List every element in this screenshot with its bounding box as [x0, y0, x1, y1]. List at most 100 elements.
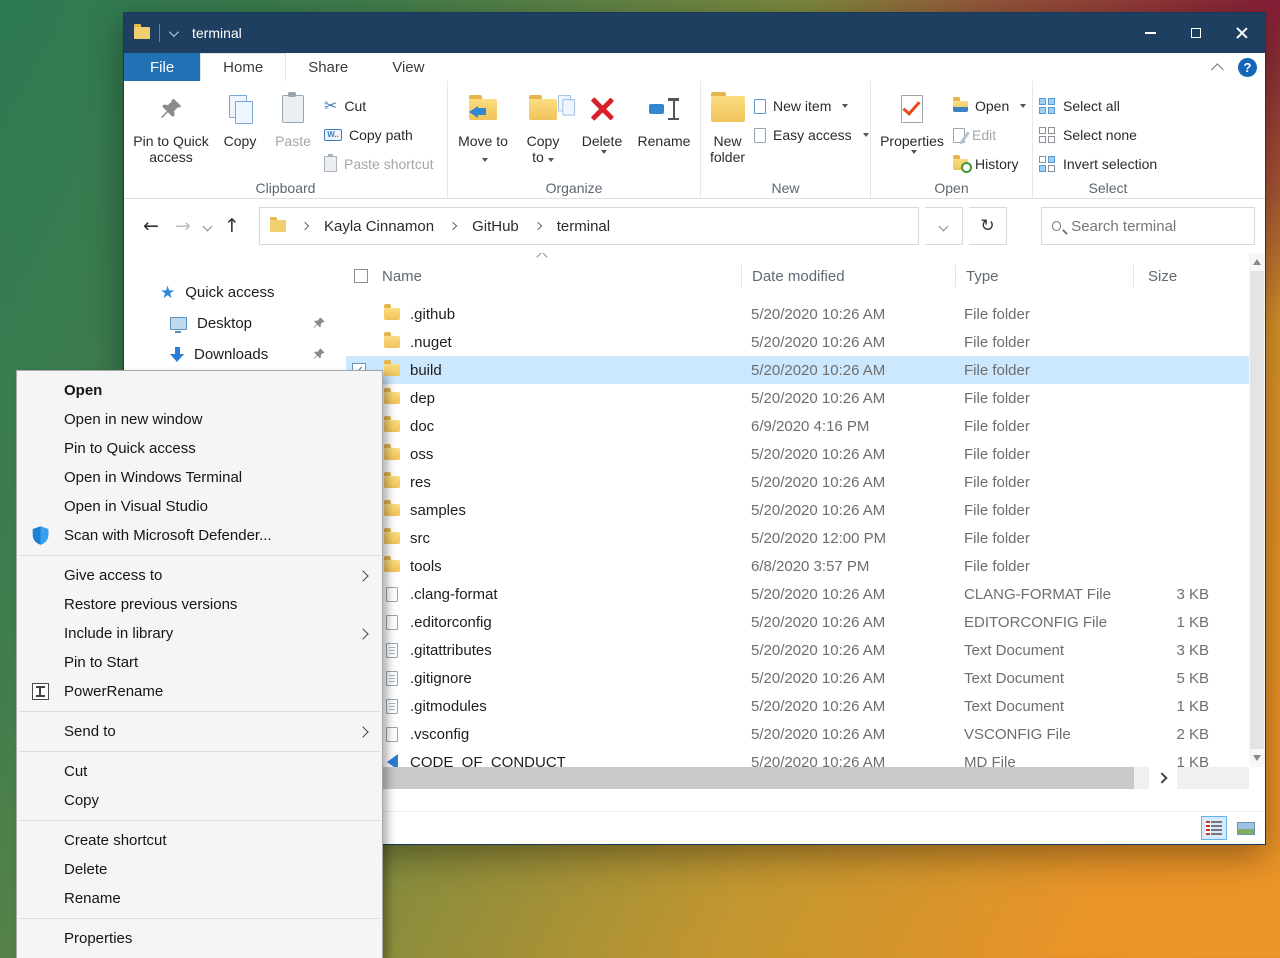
search-input[interactable] — [1071, 218, 1244, 235]
large-icons-view-button[interactable] — [1233, 816, 1259, 840]
menu-item-include-in-library[interactable]: Include in library — [17, 619, 382, 648]
menu-item-copy[interactable]: Copy — [17, 786, 382, 815]
table-row[interactable]: .github5/20/2020 10:26 AMFile folder — [346, 300, 1249, 328]
menu-item-rename[interactable]: Rename — [17, 884, 382, 913]
scroll-up-icon[interactable] — [1253, 259, 1261, 265]
paste-button[interactable]: Paste — [266, 87, 320, 151]
menu-item-pin-to-start[interactable]: Pin to Start — [17, 648, 382, 677]
menu-item-give-access-to[interactable]: Give access to — [17, 561, 382, 590]
new-item-button[interactable]: New item — [754, 95, 869, 117]
address-dropdown-button[interactable] — [925, 207, 963, 245]
column-header-type[interactable]: Type — [956, 268, 1133, 285]
forward-button[interactable]: → — [170, 215, 196, 237]
paste-shortcut-button[interactable]: Paste shortcut — [324, 153, 434, 175]
copy-to-button[interactable]: Copy to — [514, 87, 572, 167]
sidebar-item-desktop[interactable]: Desktop — [124, 308, 346, 339]
copy-path-button[interactable]: W.. Copy path — [324, 124, 434, 146]
tab-view[interactable]: View — [370, 53, 446, 81]
menu-item-open[interactable]: Open — [17, 376, 382, 405]
move-to-button[interactable]: Move to — [452, 87, 514, 167]
address-bar[interactable]: Kayla Cinnamon GitHub terminal — [259, 207, 919, 245]
column-header-name[interactable]: Name — [346, 268, 741, 285]
copy-icon — [229, 89, 251, 129]
menu-item-pin-to-quick-access[interactable]: Pin to Quick access — [17, 434, 382, 463]
table-row[interactable]: src5/20/2020 12:00 PMFile folder — [346, 524, 1249, 552]
breadcrumb-item-terminal[interactable]: terminal — [557, 218, 610, 235]
details-view-button[interactable] — [1201, 816, 1227, 840]
vertical-scroll-thumb[interactable] — [1250, 271, 1264, 749]
table-row[interactable]: oss5/20/2020 10:26 AMFile folder — [346, 440, 1249, 468]
breadcrumb-item-user[interactable]: Kayla Cinnamon — [324, 218, 434, 235]
vertical-scrollbar[interactable] — [1249, 253, 1265, 767]
menu-item-powerrename[interactable]: PowerRename — [17, 677, 382, 706]
copy-path-icon: W.. — [324, 129, 342, 141]
tab-file[interactable]: File — [124, 53, 200, 81]
close-button[interactable] — [1219, 13, 1265, 53]
menu-item-send-to[interactable]: Send to — [17, 717, 382, 746]
table-row-selected[interactable]: build5/20/2020 10:26 AMFile folder — [346, 356, 1249, 384]
select-all-button[interactable]: Select all — [1039, 95, 1157, 117]
tab-home[interactable]: Home — [200, 53, 286, 81]
maximize-button[interactable] — [1173, 13, 1219, 53]
menu-item-delete[interactable]: Delete — [17, 855, 382, 884]
breadcrumb-item-github[interactable]: GitHub — [472, 218, 519, 235]
cut-button[interactable]: ✂ Cut — [324, 95, 434, 117]
menu-item-scan-with-microsoft-defender[interactable]: Scan with Microsoft Defender... — [17, 521, 382, 550]
tab-share[interactable]: Share — [286, 53, 370, 81]
menu-item-open-in-visual-studio[interactable]: Open in Visual Studio — [17, 492, 382, 521]
sidebar-item-downloads[interactable]: Downloads — [124, 339, 346, 370]
table-row[interactable]: .gitattributes5/20/2020 10:26 AMText Doc… — [346, 636, 1249, 664]
open-button[interactable]: Open — [953, 95, 1026, 117]
menu-item-restore-previous-versions[interactable]: Restore previous versions — [17, 590, 382, 619]
minimize-button[interactable] — [1127, 13, 1173, 53]
table-row[interactable]: tools6/8/2020 3:57 PMFile folder — [346, 552, 1249, 580]
menu-item-cut[interactable]: Cut — [17, 757, 382, 786]
menu-item-open-in-windows-terminal[interactable]: Open in Windows Terminal — [17, 463, 382, 492]
copy-button[interactable]: Copy — [214, 87, 266, 151]
table-row[interactable]: .vsconfig5/20/2020 10:26 AMVSCONFIG File… — [346, 720, 1249, 748]
edit-button[interactable]: Edit — [953, 124, 1026, 146]
table-row[interactable]: .gitignore5/20/2020 10:26 AMText Documen… — [346, 664, 1249, 692]
table-row[interactable]: samples5/20/2020 10:26 AMFile folder — [346, 496, 1249, 524]
table-row[interactable]: .nuget5/20/2020 10:26 AMFile folder — [346, 328, 1249, 356]
scroll-right-button[interactable] — [1149, 767, 1177, 789]
table-row[interactable]: .editorconfig5/20/2020 10:26 AMEDITORCON… — [346, 608, 1249, 636]
horizontal-scroll-thumb[interactable] — [254, 767, 1134, 789]
table-row[interactable]: res5/20/2020 10:26 AMFile folder — [346, 468, 1249, 496]
select-none-button[interactable]: Select none — [1039, 124, 1157, 146]
history-button[interactable]: History — [953, 153, 1026, 175]
refresh-button[interactable]: ↻ — [969, 207, 1007, 245]
pin-to-quick-access-button[interactable]: Pin to Quick access — [128, 87, 214, 167]
recent-locations-chevron-icon[interactable] — [203, 221, 213, 231]
delete-button[interactable]: Delete — [572, 87, 632, 158]
new-folder-button[interactable]: New folder — [705, 87, 750, 167]
rename-button[interactable]: Rename — [632, 87, 696, 151]
table-row[interactable]: .gitmodules5/20/2020 10:26 AMText Docume… — [346, 692, 1249, 720]
menu-item-open-in-new-window[interactable]: Open in new window — [17, 405, 382, 434]
table-row[interactable]: .clang-format5/20/2020 10:26 AMCLANG-FOR… — [346, 580, 1249, 608]
sidebar-item-quick-access[interactable]: ★ Quick access — [124, 277, 346, 308]
table-row[interactable]: doc6/9/2020 4:16 PMFile folder — [346, 412, 1249, 440]
minimize-ribbon-icon[interactable] — [1211, 63, 1224, 76]
menu-separator — [19, 820, 380, 821]
breadcrumb-chevron-icon[interactable] — [301, 222, 309, 230]
menu-item-create-shortcut[interactable]: Create shortcut — [17, 826, 382, 855]
scroll-down-icon[interactable] — [1253, 755, 1261, 761]
back-button[interactable]: ← — [138, 215, 164, 237]
breadcrumb-chevron-icon[interactable] — [534, 222, 542, 230]
thumbnail-view-icon — [1237, 822, 1255, 835]
ribbon-group-clipboard: Pin to Quick access Copy Paste ✂ Cut W..… — [124, 81, 448, 198]
column-header-size[interactable]: Size — [1134, 268, 1234, 285]
easy-access-button[interactable]: Easy access — [754, 124, 869, 146]
menu-item-properties[interactable]: Properties — [17, 924, 382, 953]
up-button[interactable]: ↑ — [219, 215, 245, 237]
invert-selection-button[interactable]: Invert selection — [1039, 153, 1157, 175]
select-all-checkbox[interactable] — [354, 269, 368, 283]
properties-button[interactable]: Properties — [875, 87, 949, 158]
column-header-date-modified[interactable]: Date modified — [742, 268, 955, 285]
help-icon[interactable]: ? — [1238, 58, 1257, 77]
search-box[interactable] — [1041, 207, 1255, 245]
breadcrumb-chevron-icon[interactable] — [449, 222, 457, 230]
quick-access-toolbar-chevron-icon[interactable] — [169, 27, 179, 37]
table-row[interactable]: dep5/20/2020 10:26 AMFile folder — [346, 384, 1249, 412]
